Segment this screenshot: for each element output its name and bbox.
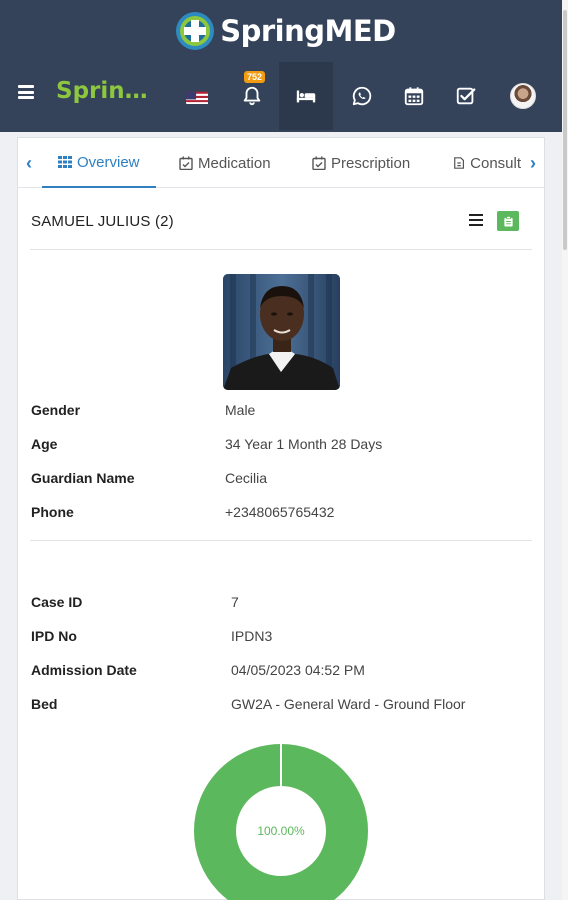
scrollbar-thumb[interactable] bbox=[563, 10, 567, 250]
tab-prescription[interactable]: Prescription bbox=[312, 138, 410, 188]
tab-label: Consult bbox=[470, 154, 521, 172]
progress-donut-chart: 100.00% bbox=[194, 744, 368, 900]
user-avatar bbox=[510, 83, 536, 109]
patient-photo bbox=[223, 274, 340, 390]
tab-medication[interactable]: Medication bbox=[179, 138, 271, 188]
whatsapp-icon bbox=[352, 86, 372, 106]
case-id-label: Case ID bbox=[31, 594, 83, 610]
age-value: 34 Year 1 Month 28 Days bbox=[225, 436, 383, 452]
donut-percentage-label: 100.00% bbox=[257, 824, 305, 838]
profile-button[interactable] bbox=[496, 62, 550, 130]
admission-date-value: 04/05/2023 04:52 PM bbox=[231, 662, 365, 678]
calendar-check-icon bbox=[179, 156, 193, 170]
page-scrollbar[interactable] bbox=[562, 0, 568, 900]
nav-bar: Sprin… 752 bbox=[0, 62, 562, 130]
tab-label: Overview bbox=[77, 153, 140, 171]
case-id-value: 7 bbox=[231, 594, 239, 610]
hamburger-icon[interactable] bbox=[18, 84, 34, 100]
bed-value: GW2A - General Ward - Ground Floor bbox=[231, 696, 466, 712]
section-divider bbox=[30, 249, 532, 250]
app-header: SpringMED Sprin… 752 bbox=[0, 0, 562, 132]
patient-panel: ‹ Overview Medication Prescription Consu… bbox=[17, 137, 545, 900]
notifications-button[interactable]: 752 bbox=[225, 62, 279, 130]
phone-value: +2348065765432 bbox=[225, 504, 335, 520]
calendar-button[interactable] bbox=[387, 62, 441, 130]
discharge-button[interactable] bbox=[497, 211, 519, 231]
beds-button[interactable] bbox=[279, 62, 333, 130]
whatsapp-button[interactable] bbox=[335, 62, 389, 130]
calendar-check-icon bbox=[312, 156, 326, 170]
brand-name: SpringMED bbox=[220, 14, 396, 48]
notification-badge: 752 bbox=[244, 71, 266, 83]
phone-label: Phone bbox=[31, 504, 74, 520]
tasks-button[interactable] bbox=[439, 62, 493, 130]
tab-overview[interactable]: Overview bbox=[42, 138, 156, 188]
language-button[interactable] bbox=[171, 62, 225, 130]
bed-icon bbox=[296, 90, 316, 103]
tab-label: Medication bbox=[198, 154, 271, 172]
calendar-icon bbox=[404, 87, 424, 106]
gender-label: Gender bbox=[31, 402, 81, 418]
checkbox-icon bbox=[456, 87, 476, 105]
tab-scroll-left-icon[interactable]: ‹ bbox=[18, 138, 40, 188]
brand-logo[interactable]: SpringMED bbox=[174, 10, 396, 52]
tab-scroll-right-icon[interactable]: › bbox=[522, 138, 544, 188]
patient-name: SAMUEL JULIUS (2) bbox=[31, 213, 174, 230]
grid-icon bbox=[58, 156, 72, 168]
section-divider bbox=[30, 540, 532, 541]
tab-bar: ‹ Overview Medication Prescription Consu… bbox=[18, 138, 544, 188]
clipboard-icon bbox=[503, 215, 513, 227]
admission-date-label: Admission Date bbox=[31, 662, 137, 678]
gender-value: Male bbox=[225, 402, 256, 418]
ipd-no-value: IPDN3 bbox=[231, 628, 273, 644]
springmed-logo-icon bbox=[176, 12, 215, 50]
list-menu-icon[interactable] bbox=[469, 214, 483, 226]
bell-icon bbox=[243, 86, 261, 106]
document-icon bbox=[454, 157, 465, 169]
nav-title[interactable]: Sprin… bbox=[56, 78, 148, 104]
age-label: Age bbox=[31, 436, 58, 452]
guardian-label: Guardian Name bbox=[31, 470, 135, 486]
tab-consult[interactable]: Consult bbox=[453, 138, 521, 188]
guardian-value: Cecilia bbox=[225, 470, 268, 486]
us-flag-icon bbox=[186, 88, 210, 104]
tab-label: Prescription bbox=[331, 154, 411, 172]
ipd-no-label: IPD No bbox=[31, 628, 77, 644]
bed-label: Bed bbox=[31, 696, 58, 712]
brand-row: SpringMED bbox=[0, 0, 562, 62]
